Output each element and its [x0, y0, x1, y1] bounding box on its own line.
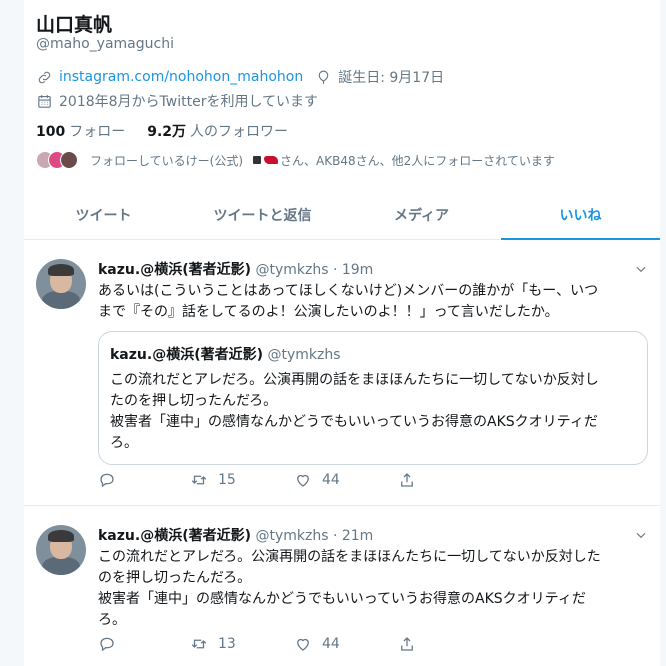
share-button[interactable]: [398, 471, 416, 489]
followed-by-text-a: フォローしているけー(公式): [90, 153, 244, 168]
profile-link[interactable]: instagram.com/nohohon_mahohon: [59, 69, 303, 85]
tweet-text-line: まで『その』話をしてるのよ！公演したいのよ！！」って言いだしたか。: [98, 304, 559, 320]
quoted-tweet-text: この流れだとアレだろ。公演再開の話をまほほんたちに一切してないか反対し たのを押…: [110, 370, 638, 454]
tweet-text-line: ろ。: [98, 612, 126, 628]
tweet-text-line: この流れだとアレだろ。公演再開の話をまほほんたちに一切してないか反対した: [98, 549, 601, 565]
link-icon: [38, 71, 51, 83]
followers-count: 9.2万: [147, 124, 187, 140]
chevron-down-icon[interactable]: [634, 527, 648, 541]
calendar-icon: [38, 94, 51, 108]
tweet-time[interactable]: · 19m: [333, 262, 373, 278]
tweet[interactable]: kazu.@横浜(著者近影) @tymkzhs · 19m あるいは(こういうこ…: [24, 241, 660, 506]
avatar: [60, 151, 78, 169]
quoted-tweet[interactable]: kazu.@横浜(著者近影) @tymkzhs この流れだとアレだろ。公演再開の…: [98, 331, 648, 465]
share-button[interactable]: [398, 635, 416, 653]
emoji-icon: [253, 156, 262, 164]
reply-button[interactable]: [98, 471, 190, 489]
tweet-header: kazu.@横浜(著者近影) @tymkzhs · 19m: [98, 259, 373, 279]
tweet-text-line: あるいは(こういうことはあってほしくないけど)メンバーの誰かが「もー、いつ: [98, 283, 599, 299]
tweet-time[interactable]: · 21m: [333, 528, 373, 544]
page: 山口真帆 @maho_yamaguchi instagram.com/nohoh…: [0, 0, 666, 666]
followed-by[interactable]: フォローしているけー(公式) さん、AKB48さん、他2人にフォローされています: [36, 151, 555, 169]
retweet-button[interactable]: 13: [190, 635, 294, 653]
quoted-text-line: この流れだとアレだろ。公演再開の話をまほほんたちに一切してないか反対し: [110, 372, 599, 388]
tweet-text-line: 被害者「連中」の感情なんかどうでもいいっていうお得意のAKSクオリティだ: [98, 591, 586, 607]
followed-by-text-b: さん、AKB48さん、他2人にフォローされています: [280, 153, 555, 168]
retweet-icon: [191, 639, 207, 649]
avatar[interactable]: [36, 259, 86, 309]
profile-joined-row: 2018年8月からTwitterを利用しています: [36, 91, 318, 111]
follow-stats: 100 フォロー 9.2万 人のフォロワー: [36, 121, 288, 141]
quoted-author-name: kazu.@横浜(著者近影): [110, 347, 263, 363]
reply-icon: [100, 637, 114, 652]
retweet-icon: [191, 475, 207, 485]
profile-birthday: 誕生日: 9月17日: [338, 70, 445, 86]
tweet-author-name[interactable]: kazu.@横浜(著者近影): [98, 262, 251, 278]
following-stat[interactable]: 100 フォロー: [36, 121, 125, 141]
profile-joined: 2018年8月からTwitterを利用しています: [59, 94, 319, 110]
reply-icon: [100, 473, 114, 488]
tweet-text-line: のを押し切ったんだろ。: [98, 570, 252, 586]
tab-tweets-and-replies[interactable]: ツイートと返信: [183, 190, 342, 239]
tab-tweets[interactable]: ツイート: [24, 190, 183, 239]
like-button[interactable]: 44: [294, 635, 398, 653]
followers-stat[interactable]: 9.2万 人のフォロワー: [147, 121, 288, 141]
tweet-text: あるいは(こういうことはあってほしくないけど)メンバーの誰かが「もー、いつ まで…: [98, 281, 646, 323]
emoji-icon: [264, 156, 279, 164]
tweet-author-handle[interactable]: @tymkzhs: [255, 262, 328, 278]
followed-by-avatars: [36, 151, 82, 169]
retweet-button[interactable]: 15: [190, 471, 294, 489]
heart-icon: [297, 638, 309, 651]
profile-tabs: ツイート ツイートと返信 メディア いいね: [24, 190, 660, 240]
profile-meta-row: instagram.com/nohohon_mahohon 誕生日: 9月17日: [36, 67, 444, 87]
avatar[interactable]: [36, 525, 86, 575]
like-count: 44: [322, 472, 340, 488]
followers-label: 人のフォロワー: [190, 124, 289, 140]
tweet-header: kazu.@横浜(著者近影) @tymkzhs · 21m: [98, 525, 373, 545]
tweet-actions: 15 44: [98, 471, 416, 489]
quoted-tweet-header: kazu.@横浜(著者近影) @tymkzhs: [110, 344, 341, 364]
reply-button[interactable]: [98, 635, 190, 653]
quoted-author-handle: @tymkzhs: [267, 347, 341, 363]
chevron-down-icon[interactable]: [634, 261, 648, 275]
quoted-text-line: 被害者「連中」の感情なんかどうでもいいっていうお得意のAKSクオリティだ: [110, 414, 598, 430]
like-count: 44: [322, 636, 340, 652]
quoted-text-line: ろ。: [110, 435, 138, 451]
profile-card: 山口真帆 @maho_yamaguchi instagram.com/nohoh…: [24, 0, 660, 666]
tweet[interactable]: kazu.@横浜(著者近影) @tymkzhs · 21m この流れだとアレだろ…: [24, 507, 660, 666]
tweet-author-handle[interactable]: @tymkzhs: [255, 528, 328, 544]
heart-icon: [297, 474, 309, 487]
tab-media[interactable]: メディア: [342, 190, 501, 239]
following-count: 100: [36, 124, 66, 140]
tweet-author-name[interactable]: kazu.@横浜(著者近影): [98, 528, 251, 544]
tweet-actions: 13 44: [98, 635, 416, 653]
balloon-icon: [318, 70, 329, 84]
retweet-count: 15: [218, 472, 236, 488]
like-button[interactable]: 44: [294, 471, 398, 489]
tweet-text: この流れだとアレだろ。公演再開の話をまほほんたちに一切してないか反対した のを押…: [98, 547, 646, 631]
profile-name: 山口真帆: [36, 14, 113, 36]
share-icon: [401, 637, 413, 651]
quoted-text-line: たのを押し切ったんだろ。: [110, 393, 278, 409]
share-icon: [401, 473, 413, 487]
profile-handle: @maho_yamaguchi: [36, 36, 174, 52]
retweet-count: 13: [218, 636, 236, 652]
following-label: フォロー: [69, 124, 126, 140]
tab-likes[interactable]: いいね: [501, 190, 660, 240]
